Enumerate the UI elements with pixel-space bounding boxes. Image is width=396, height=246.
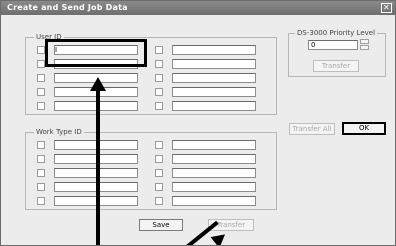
work-type-checkbox-9[interactable]: [155, 183, 163, 191]
user-id-checkbox-3[interactable]: [37, 74, 45, 82]
user-id-field-7[interactable]: [172, 59, 256, 69]
priority-level-input[interactable]: [308, 40, 358, 50]
arrow-up-head-icon: [90, 77, 106, 91]
ok-button[interactable]: OK: [342, 122, 386, 135]
work-type-checkbox-6[interactable]: [155, 141, 163, 149]
work-type-checkbox-5[interactable]: [37, 197, 45, 205]
user-id-field-6[interactable]: [172, 45, 256, 55]
user-id-checkbox-6[interactable]: [155, 46, 163, 54]
work-type-checkbox-3[interactable]: [37, 169, 45, 177]
work-type-checkbox-1[interactable]: [37, 141, 45, 149]
spin-down-icon[interactable]: [360, 45, 369, 50]
user-id-field-9[interactable]: [172, 87, 256, 97]
spin-up-icon[interactable]: [360, 39, 369, 44]
close-icon[interactable]: ✕: [381, 3, 392, 13]
work-type-id-label: Work Type ID: [34, 127, 84, 137]
work-type-field-7[interactable]: [172, 154, 256, 164]
window-title: Create and Send Job Data: [7, 3, 128, 12]
work-type-checkbox-8[interactable]: [155, 169, 163, 177]
arrow-up-shaft: [96, 89, 100, 245]
user-id-checkbox-1[interactable]: [37, 46, 45, 54]
save-button[interactable]: Save: [139, 219, 183, 231]
work-type-checkbox-2[interactable]: [37, 155, 45, 163]
user-id-field-10[interactable]: [172, 101, 256, 111]
user-id-checkbox-7[interactable]: [155, 60, 163, 68]
user-id-checkbox-8[interactable]: [155, 74, 163, 82]
arrow-diagonal-head-icon: [210, 228, 230, 245]
priority-level-label: DS-3000 Priority Level: [295, 28, 378, 38]
work-type-field-6[interactable]: [172, 140, 256, 150]
work-type-checkbox-4[interactable]: [37, 183, 45, 191]
user-id-checkbox-9[interactable]: [155, 88, 163, 96]
user-id-checkbox-4[interactable]: [37, 88, 45, 96]
work-type-field-10[interactable]: [172, 196, 256, 206]
work-type-checkbox-7[interactable]: [155, 155, 163, 163]
title-bar: Create and Send Job Data ✕: [1, 1, 395, 15]
user-id-checkbox-10[interactable]: [155, 102, 163, 110]
priority-transfer-button[interactable]: Transfer: [313, 60, 359, 72]
user-id-checkbox-5[interactable]: [37, 102, 45, 110]
transfer-all-button[interactable]: Transfer All: [289, 123, 335, 135]
work-type-field-9[interactable]: [172, 182, 256, 192]
user-id-checkbox-2[interactable]: [37, 60, 45, 68]
user-id-field-8[interactable]: [172, 73, 256, 83]
work-type-field-8[interactable]: [172, 168, 256, 178]
work-type-checkbox-10[interactable]: [155, 197, 163, 205]
highlight-box: [45, 39, 147, 67]
create-send-job-data-dialog: Create and Send Job Data ✕ User ID Work …: [0, 0, 396, 246]
priority-level-spinner[interactable]: [360, 39, 369, 50]
